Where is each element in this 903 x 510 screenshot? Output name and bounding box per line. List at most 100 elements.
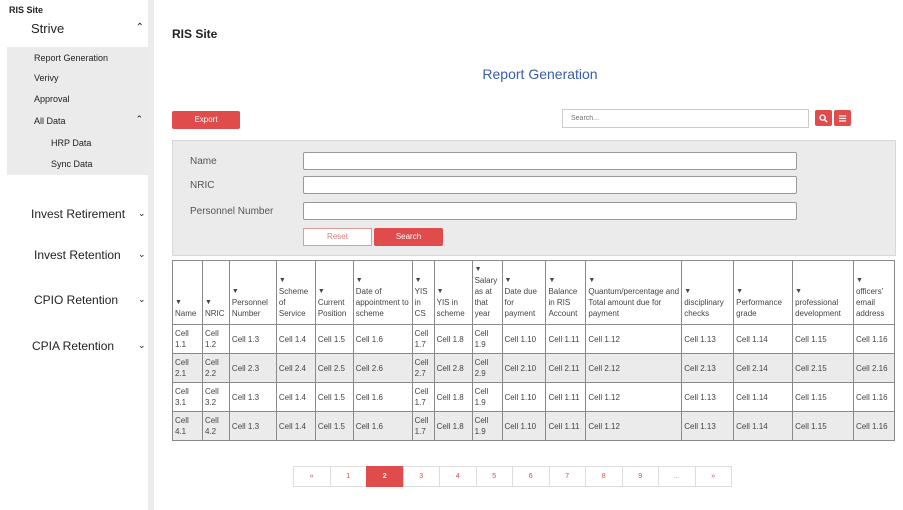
table-cell: Cell 2.16 <box>852 353 896 383</box>
page-link[interactable]: 8 <box>585 466 623 487</box>
chevron-down-icon[interactable]: ⌄ <box>138 208 146 219</box>
column-header[interactable]: ▼ Balance in RIS Account <box>545 260 587 325</box>
page-link[interactable]: 3 <box>402 466 440 487</box>
table-cell: Cell 2.10 <box>501 353 547 383</box>
table-row[interactable]: Cell 1.1 Cell 1.2 Cell 1.3 Cell 1.4 Cell 1.5… <box>172 324 896 354</box>
table-cell: Cell 2.7 <box>411 353 435 383</box>
column-header[interactable]: ▼ YIS in CS <box>411 260 435 325</box>
table-cell: Cell 1.3 <box>228 324 277 354</box>
strive-submenu: Report Generation Verivy Approval All Da… <box>7 47 148 175</box>
table-cell: Cell 1.15 <box>792 382 854 412</box>
table-cell: Cell 1.10 <box>501 382 547 412</box>
sidebar-item-hrp-data[interactable]: HRP Data <box>51 138 91 148</box>
column-header[interactable]: ▼ Date due for payment <box>501 260 547 325</box>
menu-button[interactable] <box>834 110 851 126</box>
pagination: «1 2 3 4 5 6 7 8 9...» <box>293 466 732 487</box>
column-header[interactable]: ▼ Name <box>172 260 203 325</box>
table-cell: Cell 1.14 <box>733 324 794 354</box>
table-cell: Cell 2.4 <box>275 353 316 383</box>
search-input[interactable] <box>562 109 809 128</box>
column-header-label: professional development <box>795 298 841 318</box>
table-row[interactable]: Cell 3.1 Cell 3.2 Cell 1.3 Cell 1.4 Cell 1.5… <box>172 382 896 412</box>
table-cell: Cell 1.16 <box>852 324 896 354</box>
page-link[interactable]: 1 <box>329 466 367 487</box>
sidebar-item-label: Strive <box>31 21 65 36</box>
sidebar-item-strive[interactable]: Strive ⌃ <box>31 21 148 36</box>
column-header[interactable]: ▼ officers' email address <box>852 260 896 325</box>
table-cell: Cell 1.14 <box>733 382 794 412</box>
column-header[interactable]: ▼ NRIC <box>201 260 230 325</box>
table-row[interactable]: Cell 2.1 Cell 2.2 Cell 2.3 Cell 2.4 Cell 2.5… <box>172 353 896 383</box>
column-header[interactable]: ▼ Quantum/percentage and Total amount due… <box>585 260 683 325</box>
column-header[interactable]: ▼ professional development <box>792 260 854 325</box>
sort-down-icon: ▼ <box>175 299 182 306</box>
sidebar-item-report-generation[interactable]: Report Generation <box>34 53 108 63</box>
search-button[interactable] <box>815 110 832 126</box>
table-header-row: ▼ Name ▼ NRIC ▼ Personnel Number ▼ Scheme of Se… <box>172 260 896 325</box>
page-link[interactable]: 5 <box>475 466 513 487</box>
chevron-down-icon[interactable]: ⌄ <box>138 249 146 260</box>
name-field[interactable] <box>303 152 797 170</box>
sort-down-icon: ▼ <box>231 288 239 295</box>
column-header[interactable]: ▼ YIS in scheme <box>433 260 473 325</box>
table-cell: Cell 1.15 <box>792 324 854 354</box>
page-link[interactable]: 4 <box>439 466 477 487</box>
sidebar-item-invest-retirement[interactable]: Invest Retirement <box>31 207 125 221</box>
page-next-button[interactable]: » <box>694 466 732 487</box>
page-title: RIS Site <box>172 27 218 41</box>
chevron-down-icon[interactable]: ⌄ <box>138 340 146 351</box>
page-link[interactable]: ... <box>658 466 696 487</box>
sidebar-item-verivy[interactable]: Verivy <box>34 73 59 83</box>
chevron-up-icon[interactable]: ⌃ <box>135 114 143 125</box>
column-header-label: Salary as at that year <box>474 276 498 318</box>
table-cell: Cell 1.4 <box>275 411 316 441</box>
column-header-label: YIS in CS <box>414 287 428 318</box>
column-header[interactable]: ▼ Date of appointment to scheme <box>352 260 413 325</box>
table-cell: Cell 1.7 <box>411 382 435 412</box>
column-header-label: YIS in scheme <box>436 298 465 318</box>
column-header[interactable]: ▼ disciplinary checks <box>681 260 735 325</box>
column-header[interactable]: ▼ Scheme of Service <box>275 260 316 325</box>
table-cell: Cell 1.13 <box>681 382 735 412</box>
chevron-down-icon[interactable]: ⌄ <box>138 294 146 305</box>
sidebar-divider <box>148 0 154 510</box>
nric-field[interactable] <box>303 176 797 194</box>
table-cell: Cell 2.6 <box>352 353 413 383</box>
page-link[interactable]: 2 <box>366 466 404 487</box>
sidebar-item-invest-retention[interactable]: Invest Retention <box>34 248 121 262</box>
export-button[interactable]: Export <box>172 111 240 129</box>
table-cell: Cell 2.9 <box>471 353 503 383</box>
table-cell: Cell 4.1 <box>172 411 203 441</box>
column-header[interactable]: ▼ Current Position <box>314 260 354 325</box>
sidebar: RIS Site Strive ⌃ Report Generation Veri… <box>0 0 150 510</box>
table-cell: Cell 2.12 <box>585 353 683 383</box>
table-row[interactable]: Cell 4.1 Cell 4.2 Cell 1.3 Cell 1.4 Cell 1.5… <box>172 411 896 441</box>
column-header-label: Performance grade <box>736 298 782 318</box>
column-header[interactable]: ▼ Salary as at that year <box>471 260 503 325</box>
table-cell: Cell 1.8 <box>433 382 473 412</box>
filter-search-button[interactable]: Search <box>374 228 443 246</box>
sidebar-item-all-data[interactable]: All Data <box>34 116 66 126</box>
column-header[interactable]: ▼ Personnel Number <box>228 260 277 325</box>
table-cell: Cell 2.13 <box>681 353 735 383</box>
column-header[interactable]: ▼ Performance grade <box>733 260 794 325</box>
table-cell: Cell 1.7 <box>411 411 435 441</box>
page-link[interactable]: 9 <box>621 466 659 487</box>
table-cell: Cell 2.15 <box>792 353 854 383</box>
sidebar-item-cpio-retention[interactable]: CPIO Retention <box>34 293 118 307</box>
column-header-label: Current Position <box>317 298 347 318</box>
table-cell: Cell 1.9 <box>471 382 503 412</box>
column-header-label: Scheme of Service <box>278 287 309 318</box>
personnel-number-label: Personnel Number <box>190 206 274 217</box>
table-cell: Cell 1.1 <box>172 324 203 354</box>
page-link[interactable]: 6 <box>512 466 550 487</box>
nric-label: NRIC <box>190 180 215 191</box>
page-prev-button[interactable]: « <box>293 466 331 487</box>
reset-button[interactable]: Reset <box>303 228 372 246</box>
sidebar-item-approval[interactable]: Approval <box>34 94 70 104</box>
personnel-number-field[interactable] <box>303 202 797 220</box>
page-link[interactable]: 7 <box>548 466 586 487</box>
table-body: Cell 1.1 Cell 1.2 Cell 1.3 Cell 1.4 Cell 1.5… <box>172 324 896 441</box>
sidebar-item-cpia-retention[interactable]: CPIA Retention <box>32 339 114 353</box>
sidebar-item-sync-data[interactable]: Sync Data <box>51 159 93 169</box>
